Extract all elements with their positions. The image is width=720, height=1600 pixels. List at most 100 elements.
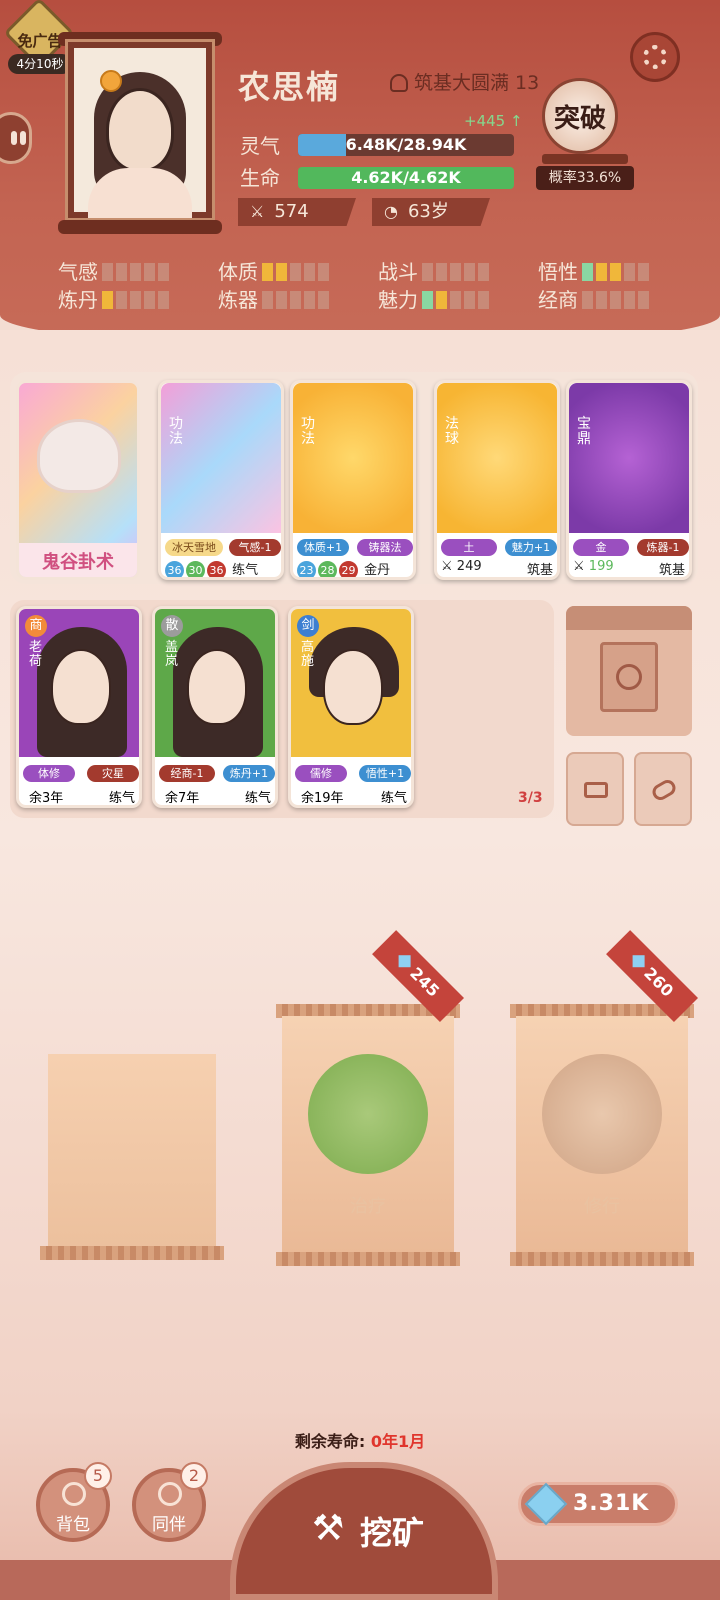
card-type: 宝鼎 [577,416,591,447]
qi-label: 灵气 [240,134,280,158]
crystal-icon [632,955,645,968]
cauldron-icon [569,383,689,533]
companion-card[interactable]: 剑 高施 儒修 悟性+1 余19年 练气 [288,606,414,808]
gear-icon [643,45,667,69]
breakthrough-button[interactable]: 突破 概率33.6% [536,74,634,194]
tag: 土 [441,539,497,556]
attribute-level [422,262,492,286]
lifespan-label: 剩余寿命: [294,1432,366,1451]
tag: 灾星 [87,765,139,782]
pack-cultivation[interactable]: 修行 260 [510,930,698,1266]
pack-label: 治疗 [350,1196,386,1217]
stat-num: 29 [339,561,358,577]
card-treasure-cauldron[interactable]: 宝鼎 金 炼器-1 ⚔ 199 筑基 [566,380,692,580]
card-rank: 筑基 [526,563,553,578]
character-portrait[interactable] [68,42,212,218]
companion-card[interactable]: 商 老荷 体修 灾星 余3年 练气 [16,606,142,808]
tag: 体质+1 [297,539,349,556]
attribute-0: 气感 [58,256,172,286]
attribute-1: 体质 [218,256,332,286]
level-pip [624,291,635,309]
level-pip [436,263,447,281]
level-pip [304,263,315,281]
tag: 儒修 [295,765,347,782]
level-pip [464,263,475,281]
companion-face [187,649,247,725]
pack-bag [48,1054,216,1250]
coin-icon [616,664,642,690]
attribute-name: 悟性 [538,260,578,284]
attribute-4: 炼丹 [58,284,172,314]
remaining-lifespan: 剩余寿命: 0年1月 [0,1428,720,1452]
sect-gate-button[interactable] [566,606,692,736]
level-pip [144,263,155,281]
crystal-icon [398,955,411,968]
qi-gain-rate: +445 ↑ [464,112,523,130]
scroll-button[interactable] [634,752,692,826]
stat-num: 36 [165,561,184,577]
cultivation-realm[interactable]: 筑基大圆满 13 [390,68,539,95]
settings-button[interactable] [630,32,680,82]
realm-text: 筑基大圆满 13 [414,72,540,94]
bag-label: 背包 [56,1515,90,1535]
stat-num: 23 [297,561,316,577]
level-pip [116,263,127,281]
attribute-level [262,262,332,286]
stat-num: 36 [207,561,226,577]
card-guigu-divination[interactable]: 鬼谷卦术 [16,380,140,580]
tag: 冰天雪地 [165,539,223,556]
crossed-swords-icon: ⚔ [441,559,453,574]
level-pip [116,291,127,309]
companion-card[interactable]: 散 盖岚 经商-1 炼丹+1 余7年 练气 [152,606,278,808]
level-pip [290,291,301,309]
level-pip [276,291,287,309]
qi-bar: 6.48K/28.94K [298,134,514,156]
level-pip [102,291,113,309]
tag: 体修 [23,765,75,782]
chat-tab-button[interactable] [0,112,32,164]
bag-icon [62,1482,86,1506]
breakthrough-stand [542,154,628,164]
headband-button[interactable] [566,752,624,826]
level-pip [582,263,593,281]
level-pip [130,291,141,309]
stat-num: 30 [186,561,205,577]
companion-face [51,649,111,725]
attribute-level [582,262,652,286]
hp-bar: 4.62K/4.62K [298,167,514,189]
meditation-icon [390,74,408,92]
card-power: 199 [588,559,614,574]
tag: 悟性+1 [359,765,411,782]
companion-rank: 练气 [108,791,135,806]
character-name: 农思楠 [238,68,341,106]
book-flame-icon [161,383,281,533]
stat-num: 28 [318,561,337,577]
attribute-2: 战斗 [378,256,492,286]
level-pip [610,263,621,281]
chat-icon [11,131,17,145]
spirit-stone-balance[interactable]: 3.31K [518,1482,678,1526]
companion-face [323,649,383,725]
attribute-name: 魅力 [378,288,418,312]
card-magic-orb[interactable]: 法球 土 魅力+1 ⚔ 249 筑基 [434,380,560,580]
card-technique-2[interactable]: 功法 体质+1 铸器法 23 28 29 金丹 [290,380,416,580]
level-pip [638,291,649,309]
level-pip [478,291,489,309]
attribute-level [422,290,492,314]
attribute-name: 体质 [218,260,258,284]
empty-pack-slot[interactable] [40,1054,224,1260]
companion-lifespan: 余19年 [301,791,344,806]
bag-button[interactable]: 背包 5 [36,1462,112,1542]
level-pip [262,291,273,309]
card-rank: 练气 [232,563,259,578]
pack-crimp-bottom [276,1252,460,1266]
companion-name: 盖岚 [165,640,179,669]
pack-healing[interactable]: 治疗 245 [276,930,464,1266]
clock-icon: ◔ [384,202,398,221]
ad-timer: 4分10秒 [8,54,72,74]
card-technique-1[interactable]: 功法 冰天雪地 气感-1 36 30 36 练气 [158,380,284,580]
companion-count: 3/3 [518,790,543,806]
companion-button[interactable]: 同伴 2 [132,1462,208,1542]
card-type: 法球 [445,416,459,447]
faction-badge: 散 [161,615,183,637]
